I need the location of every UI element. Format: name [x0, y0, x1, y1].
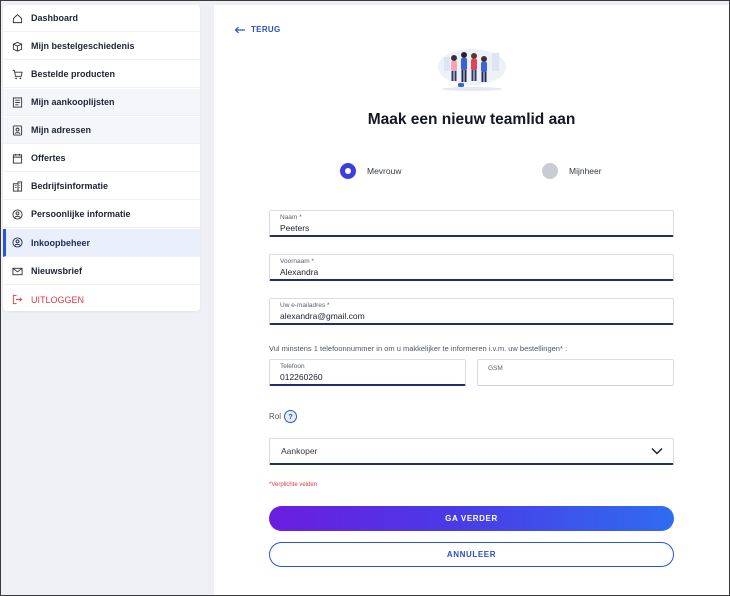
arrow-left-icon [234, 26, 245, 33]
radio-unselected-icon [542, 163, 558, 179]
sidebar-item-label: Mijn aankooplijsten [31, 97, 115, 107]
field-label: GSM [488, 365, 503, 372]
field-label: Voornaam * [280, 258, 314, 265]
required-fields-note: *Verplichte velden [269, 482, 318, 488]
email-field[interactable]: Uw e-mailadres * alexandra@gmail.com [269, 298, 674, 325]
calendar-icon [12, 153, 23, 164]
cancel-button[interactable]: ANNULEER [269, 542, 674, 567]
app-window: Dashboard Mijn bestelgeschiedenis Bestel… [0, 0, 730, 596]
sidebar-item-label: Bedrijfsinformatie [31, 181, 109, 191]
sidebar-item-newsletter[interactable]: Nieuwsbrief [3, 258, 200, 285]
radio-selected-icon [340, 163, 356, 179]
field-value: 012260260 [280, 372, 323, 382]
field-label: Naam * [280, 214, 302, 221]
role-select[interactable]: Aankoper [269, 438, 674, 465]
sidebar-item-purchasing-management[interactable]: Inkoopbeheer [3, 229, 200, 257]
field-label: Uw e-mailadres * [280, 302, 330, 309]
sidebar-item-purchase-lists[interactable]: Mijn aankooplijsten [3, 89, 200, 116]
field-value: alexandra@gmail.com [280, 311, 365, 321]
account-sidebar: Dashboard Mijn bestelgeschiedenis Bestel… [3, 5, 200, 311]
user-circle-icon [12, 208, 23, 220]
sidebar-item-label: UITLOGGEN [31, 294, 85, 305]
last-name-field[interactable]: Naam * Peeters [269, 210, 674, 237]
list-icon [12, 96, 23, 108]
first-name-field[interactable]: Voornaam * Alexandra [269, 254, 674, 281]
role-selected-value: Aankoper [281, 446, 318, 456]
gsm-field[interactable]: GSM [477, 359, 674, 386]
radio-label: Mevrouw [367, 166, 402, 176]
chevron-down-icon [651, 447, 663, 455]
sidebar-item-label: Persoonlijke informatie [31, 209, 131, 219]
sidebar-item-order-history[interactable]: Mijn bestelgeschiedenis [3, 33, 200, 60]
mail-icon [12, 267, 23, 275]
help-icon[interactable]: ? [284, 410, 298, 423]
role-label: Rol [269, 412, 282, 421]
sidebar-item-label: Offertes [31, 153, 66, 163]
sidebar-item-label: Dashboard [31, 13, 79, 23]
page-title: Maak een nieuw teamlid aan [367, 111, 576, 128]
sidebar-item-label: Mijn bestelgeschiedenis [31, 41, 135, 51]
user-circle-icon [12, 237, 23, 248]
back-link[interactable]: TERUG [234, 25, 281, 34]
cart-icon [12, 69, 23, 79]
sidebar-item-company-info[interactable]: Bedrijfsinformatie [3, 173, 200, 200]
role-label-row: Rol ? [269, 410, 298, 423]
sidebar-item-addresses[interactable]: Mijn adressen [3, 117, 200, 144]
sidebar-item-ordered-products[interactable]: Bestelde producten [3, 61, 200, 88]
building-icon [12, 180, 23, 192]
sidebar-item-label: Bestelde producten [31, 69, 116, 79]
sidebar-item-personal-info[interactable]: Persoonlijke informatie [3, 201, 200, 228]
address-icon [12, 124, 23, 136]
field-value: Peeters [280, 223, 310, 233]
team-illustration [438, 49, 506, 91]
sidebar-item-quotes[interactable]: Offertes [3, 145, 200, 172]
main-panel: TERUG Maak een nieuw teamlid aan Mevrouw… [214, 5, 729, 595]
back-label: TERUG [251, 25, 281, 34]
sidebar-item-label: Inkoopbeheer [31, 237, 91, 248]
sidebar-item-label: Mijn adressen [31, 125, 92, 135]
phone-field[interactable]: Telefoon 012260260 [269, 359, 466, 386]
continue-button[interactable]: GA VERDER [269, 506, 674, 531]
phone-hint: Vul minstens 1 telefoonnummer in om u ma… [269, 344, 568, 353]
gender-option-mevrouw[interactable]: Mevrouw [340, 163, 401, 179]
logout-icon [12, 294, 23, 305]
sidebar-item-label: Nieuwsbrief [31, 266, 83, 276]
sidebar-item-logout[interactable]: UITLOGGEN [3, 286, 200, 313]
field-label: Telefoon [280, 363, 305, 370]
radio-label: Mijnheer [569, 166, 602, 176]
sidebar-item-dashboard[interactable]: Dashboard [3, 5, 200, 32]
home-icon [12, 13, 23, 23]
box-icon [12, 41, 23, 52]
gender-option-mijnheer[interactable]: Mijnheer [542, 163, 602, 179]
field-value: Alexandra [280, 267, 319, 277]
